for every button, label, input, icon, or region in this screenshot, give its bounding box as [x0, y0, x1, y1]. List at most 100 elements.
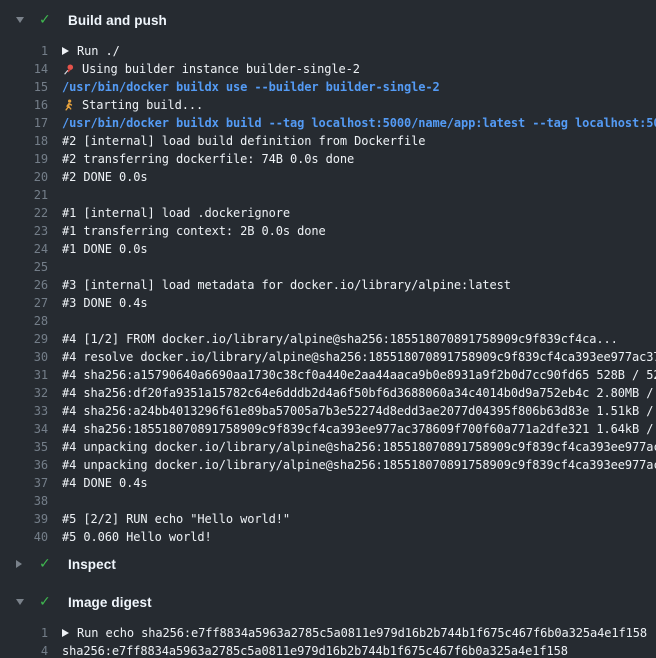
log-line: 34 #4 sha256:185518070891758909c9f839cf4c…	[0, 420, 656, 438]
line-text: /usr/bin/docker buildx use --builder bui…	[62, 78, 440, 96]
line-number[interactable]: 34	[0, 420, 48, 438]
line-text: #3 [internal] load metadata for docker.i…	[62, 276, 511, 294]
line-text: Run echo sha256:e7ff8834a5963a2785c5a081…	[77, 624, 647, 642]
line-number[interactable]: 28	[0, 312, 48, 330]
runner-icon	[62, 99, 75, 112]
line-text: #4 [1/2] FROM docker.io/library/alpine@s…	[62, 330, 618, 348]
line-text: sha256:e7ff8834a5963a2785c5a0811e979d16b…	[62, 642, 568, 658]
line-text: #4 sha256:a24bb4013296f61e89ba57005a7b3e…	[62, 402, 656, 420]
line-number[interactable]: 24	[0, 240, 48, 258]
log-line: 39 #5 [2/2] RUN echo "Hello world!"	[0, 510, 656, 528]
line-content: /usr/bin/docker buildx build --tag local…	[62, 114, 656, 132]
line-number[interactable]: 17	[0, 114, 48, 132]
line-number[interactable]: 21	[0, 186, 48, 204]
line-number[interactable]: 27	[0, 294, 48, 312]
section-header-build-and-push[interactable]: ✓Build and push	[0, 8, 656, 32]
line-text: #1 transferring context: 2B 0.0s done	[62, 222, 326, 240]
line-text: Starting build...	[82, 96, 203, 114]
line-text: #4 unpacking docker.io/library/alpine@sh…	[62, 438, 656, 456]
line-number[interactable]: 39	[0, 510, 48, 528]
line-number[interactable]: 4	[0, 642, 48, 658]
line-number[interactable]: 40	[0, 528, 48, 546]
section-body-build-and-push: 1 Run ./ 14 Using builder instance builder-…	[0, 42, 656, 546]
log-line: 1 Run ./	[0, 42, 656, 60]
line-number[interactable]: 29	[0, 330, 48, 348]
line-content: #4 [1/2] FROM docker.io/library/alpine@s…	[62, 330, 618, 348]
line-number[interactable]: 25	[0, 258, 48, 276]
log-line: 14 Using builder instance builder-single-…	[0, 60, 656, 78]
chevron-down-icon[interactable]	[16, 599, 30, 605]
line-number[interactable]: 1	[0, 624, 48, 642]
line-number[interactable]: 33	[0, 402, 48, 420]
line-number[interactable]: 18	[0, 132, 48, 150]
line-content: #2 DONE 0.0s	[62, 168, 148, 186]
log-line: 19 #2 transferring dockerfile: 74B 0.0s d…	[0, 150, 656, 168]
line-number[interactable]: 14	[0, 60, 48, 78]
chevron-down-icon[interactable]	[16, 17, 30, 23]
line-text: #2 DONE 0.0s	[62, 168, 148, 186]
log-line: 29 #4 [1/2] FROM docker.io/library/alpine…	[0, 330, 656, 348]
section-header-inspect[interactable]: ✓Inspect	[0, 552, 656, 576]
check-icon: ✓	[39, 590, 57, 614]
section-title: Build and push	[68, 13, 167, 28]
line-number[interactable]: 22	[0, 204, 48, 222]
line-content: #5 0.060 Hello world!	[62, 528, 212, 546]
line-content: #4 sha256:a15790640a6690aa1730c38cf0a440…	[62, 366, 656, 384]
log-line: 27 #3 DONE 0.4s	[0, 294, 656, 312]
log-line: 24 #1 DONE 0.0s	[0, 240, 656, 258]
line-text: #2 [internal] load build definition from…	[62, 132, 425, 150]
line-number[interactable]: 20	[0, 168, 48, 186]
line-content: #2 [internal] load build definition from…	[62, 132, 425, 150]
section-title: Inspect	[68, 557, 116, 572]
play-icon[interactable]	[62, 47, 69, 55]
chevron-right-icon[interactable]	[16, 560, 30, 568]
chevron-triangle	[16, 17, 24, 23]
line-number[interactable]: 26	[0, 276, 48, 294]
play-icon[interactable]	[62, 629, 69, 637]
log-line: 1 Run echo sha256:e7ff8834a5963a2785c5a08…	[0, 624, 656, 642]
log-line: 30 #4 resolve docker.io/library/alpine@sh…	[0, 348, 656, 366]
line-text: Using builder instance builder-single-2	[82, 60, 360, 78]
chevron-triangle	[16, 599, 24, 605]
line-content: sha256:e7ff8834a5963a2785c5a0811e979d16b…	[62, 642, 568, 658]
line-content: #4 sha256:a24bb4013296f61e89ba57005a7b3e…	[62, 402, 656, 420]
line-number[interactable]: 35	[0, 438, 48, 456]
line-number[interactable]: 36	[0, 456, 48, 474]
line-content: #4 resolve docker.io/library/alpine@sha2…	[62, 348, 656, 366]
line-content: #3 DONE 0.4s	[62, 294, 148, 312]
log-line: 15/usr/bin/docker buildx use --builder b…	[0, 78, 656, 96]
line-text: #4 sha256:185518070891758909c9f839cf4ca3…	[62, 420, 656, 438]
line-content: #5 [2/2] RUN echo "Hello world!"	[62, 510, 290, 528]
workflow-log-viewer: ✓Build and push1Run ./14Using builder in…	[0, 0, 656, 658]
line-number[interactable]: 38	[0, 492, 48, 510]
log-line: 4 sha256:e7ff8834a5963a2785c5a0811e979d16…	[0, 642, 656, 658]
section-header-image-digest[interactable]: ✓Image digest	[0, 590, 656, 614]
log-line: 40 #5 0.060 Hello world!	[0, 528, 656, 546]
line-number[interactable]: 32	[0, 384, 48, 402]
pushpin-icon	[62, 63, 75, 76]
line-number[interactable]: 19	[0, 150, 48, 168]
line-text: #2 transferring dockerfile: 74B 0.0s don…	[62, 150, 354, 168]
line-text: #5 0.060 Hello world!	[62, 528, 212, 546]
line-text: #4 DONE 0.4s	[62, 474, 148, 492]
line-number[interactable]: 16	[0, 96, 48, 114]
line-text: #4 sha256:df20fa9351a15782c64e6dddb2d4a6…	[62, 384, 656, 402]
line-text: /usr/bin/docker buildx build --tag local…	[62, 114, 656, 132]
line-number[interactable]: 37	[0, 474, 48, 492]
line-text: #1 DONE 0.0s	[62, 240, 148, 258]
line-content: #1 DONE 0.0s	[62, 240, 148, 258]
log-line: 25	[0, 258, 656, 276]
line-number[interactable]: 30	[0, 348, 48, 366]
line-text: Run ./	[77, 42, 120, 60]
line-number[interactable]: 23	[0, 222, 48, 240]
line-text: #3 DONE 0.4s	[62, 294, 148, 312]
line-content: #3 [internal] load metadata for docker.i…	[62, 276, 511, 294]
log-line: 16 Starting build...	[0, 96, 656, 114]
line-content: /usr/bin/docker buildx use --builder bui…	[62, 78, 440, 96]
line-number[interactable]: 31	[0, 366, 48, 384]
line-content: #2 transferring dockerfile: 74B 0.0s don…	[62, 150, 354, 168]
line-number[interactable]: 1	[0, 42, 48, 60]
line-number[interactable]: 15	[0, 78, 48, 96]
log-line: 23 #1 transferring context: 2B 0.0s done	[0, 222, 656, 240]
line-content: #1 [internal] load .dockerignore	[62, 204, 290, 222]
